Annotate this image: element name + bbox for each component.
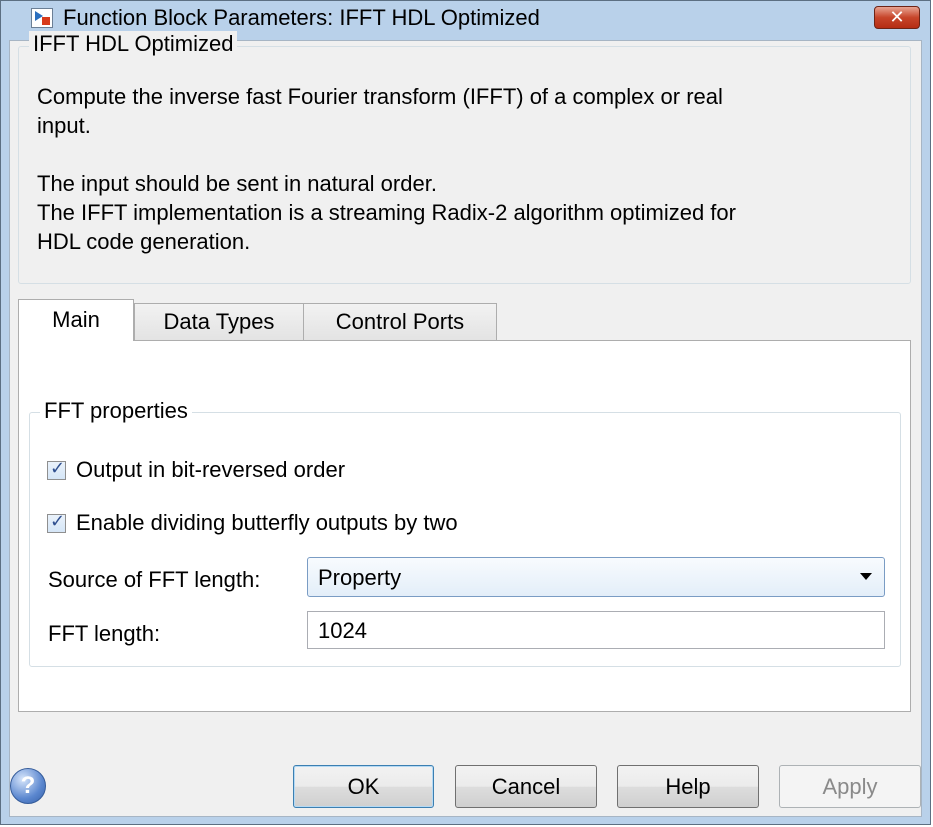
description-group-title: IFFT HDL Optimized <box>29 31 238 57</box>
tab-control-ports[interactable]: Control Ports <box>303 303 497 340</box>
ok-button[interactable]: OK <box>293 765 434 808</box>
cancel-button[interactable]: Cancel <box>455 765 597 808</box>
description-line: The input should be sent in natural orde… <box>37 171 437 196</box>
bit-reversed-checkbox[interactable]: ✓ <box>47 457 66 480</box>
fft-length-value: 1024 <box>318 618 367 643</box>
tab-panel-main: FFT properties ✓ Output in bit-reversed … <box>18 340 911 712</box>
bit-reversed-option[interactable]: ✓ Output in bit-reversed order <box>47 457 345 483</box>
close-button[interactable]: ✕ <box>874 6 920 29</box>
source-fft-length-label: Source of FFT length: <box>48 567 261 592</box>
description-group: IFFT HDL Optimized Compute the inverse f… <box>18 31 911 284</box>
title-bar[interactable]: Function Block Parameters: IFFT HDL Opti… <box>1 1 930 31</box>
bit-reversed-label: Output in bit-reversed order <box>76 457 346 482</box>
chevron-down-icon <box>860 573 872 580</box>
description-line: input. <box>37 113 91 138</box>
fft-properties-title: FFT properties <box>40 398 192 424</box>
check-icon: ✓ <box>50 457 66 478</box>
source-fft-length-select[interactable]: Property <box>307 557 885 597</box>
fft-properties-group: FFT properties ✓ Output in bit-reversed … <box>29 398 901 667</box>
divide-by-two-option[interactable]: ✓ Enable dividing butterfly outputs by t… <box>47 510 458 536</box>
tab-data-types[interactable]: Data Types <box>134 303 304 340</box>
window-title: Function Block Parameters: IFFT HDL Opti… <box>63 5 540 30</box>
description-line: Compute the inverse fast Fourier transfo… <box>37 84 723 109</box>
divide-by-two-checkbox[interactable]: ✓ <box>47 510 66 533</box>
description-line: HDL code generation. <box>37 229 251 254</box>
fft-length-label: FFT length: <box>48 621 161 646</box>
close-icon: ✕ <box>889 7 905 27</box>
app-icon <box>31 8 53 28</box>
divide-by-two-label: Enable dividing butterfly outputs by two <box>76 510 458 535</box>
fft-length-input[interactable]: 1024 <box>307 611 885 649</box>
tab-main[interactable]: Main <box>18 299 134 341</box>
check-icon: ✓ <box>50 510 66 531</box>
help-button[interactable]: Help <box>617 765 759 808</box>
description-line: The IFFT implementation is a streaming R… <box>37 200 736 225</box>
source-fft-length-value: Property <box>318 565 402 590</box>
question-mark-icon[interactable]: ? <box>10 768 46 804</box>
apply-button[interactable]: Apply <box>779 765 921 808</box>
